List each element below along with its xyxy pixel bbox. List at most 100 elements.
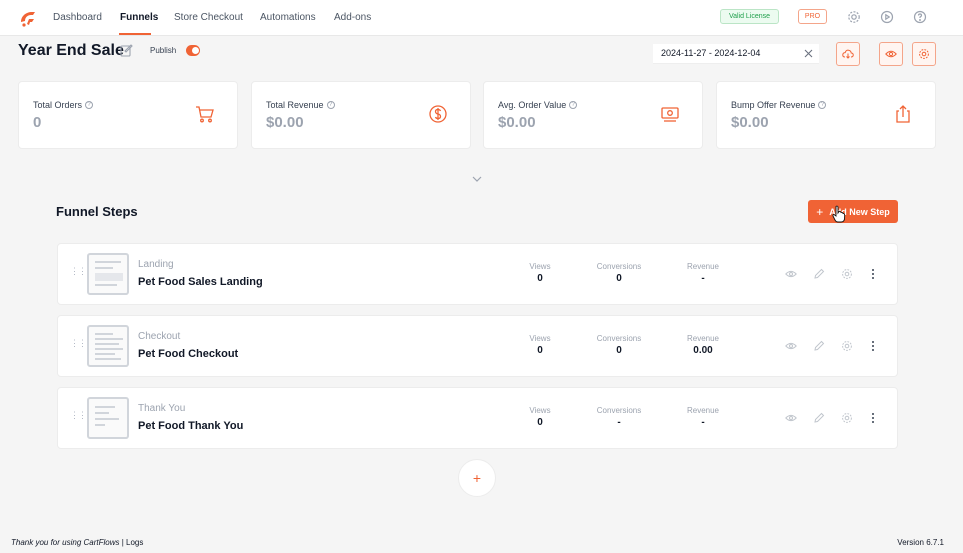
info-icon[interactable]: ?: [569, 101, 578, 109]
metric-label: Conversions: [596, 334, 642, 343]
funnel-steps-title: Funnel Steps: [56, 204, 138, 219]
metric-value: 0: [616, 273, 622, 284]
info-icon[interactable]: ?: [818, 101, 827, 109]
metric-value: -: [701, 417, 705, 428]
cart-icon: [196, 106, 214, 123]
add-new-step-button[interactable]: + Add New Step: [808, 200, 898, 223]
funnel-settings-button[interactable]: [912, 42, 936, 66]
drag-handle-icon[interactable]: ⋮⋮: [70, 339, 87, 351]
step-name[interactable]: Pet Food Checkout: [138, 348, 238, 360]
metric-value: -: [617, 417, 621, 428]
active-tab-indicator: [119, 33, 151, 35]
footer-thanks: Thank you for using CartFlows: [11, 538, 120, 547]
info-icon[interactable]: ?: [85, 101, 94, 109]
logs-link[interactable]: Logs: [126, 538, 143, 547]
nav-funnels[interactable]: Funnels: [120, 12, 158, 23]
stat-value: $0.00: [731, 114, 769, 131]
export-button[interactable]: [836, 42, 860, 66]
stat-label: Avg. Order Value: [498, 100, 567, 110]
cartflows-logo-icon[interactable]: [18, 8, 38, 28]
dollar-icon: [429, 105, 447, 123]
gear-icon: [919, 49, 929, 59]
metric-label: Conversions: [596, 406, 642, 415]
edit-step-pencil-icon[interactable]: [813, 268, 825, 280]
eye-icon: [885, 50, 897, 58]
metric-value: 0: [537, 273, 543, 284]
revenue-metric: Revenue -: [663, 406, 743, 428]
drag-handle-icon[interactable]: ⋮⋮: [70, 267, 87, 279]
nav-add-ons[interactable]: Add-ons: [334, 12, 371, 23]
stat-value: $0.00: [266, 114, 304, 131]
edit-step-pencil-icon[interactable]: [813, 340, 825, 352]
views-metric: Views 0: [500, 406, 580, 428]
conversions-metric: Conversions 0: [579, 334, 659, 356]
nav-dashboard[interactable]: Dashboard: [53, 12, 102, 23]
cash-icon: [661, 107, 679, 122]
more-options-icon[interactable]: [871, 268, 875, 280]
nav-store-checkout[interactable]: Store Checkout: [174, 12, 243, 23]
footer-credit: Thank you for using CartFlows | Logs: [11, 538, 143, 547]
conversions-metric: Conversions 0: [579, 262, 659, 284]
edit-step-pencil-icon[interactable]: [813, 412, 825, 424]
settings-gear-icon[interactable]: [847, 10, 861, 24]
stat-card-avg-order-value: Avg. Order Value? $0.00: [483, 81, 703, 149]
funnel-step-row[interactable]: ⋮⋮ Thank You Pet Food Thank You Views 0 …: [57, 387, 898, 449]
cloud-download-icon: [842, 49, 854, 59]
stat-label: Total Revenue: [266, 100, 324, 110]
funnel-step-row[interactable]: ⋮⋮ Landing Pet Food Sales Landing Views …: [57, 243, 898, 305]
clear-date-icon[interactable]: [804, 49, 813, 58]
funnel-step-row[interactable]: ⋮⋮ Checkout Pet Food Checkout Views 0 Co…: [57, 315, 898, 377]
stat-card-total-orders: Total Orders? 0: [18, 81, 238, 149]
metric-label: Views: [529, 262, 551, 271]
view-step-eye-icon[interactable]: [785, 268, 797, 280]
play-video-icon[interactable]: [880, 10, 894, 24]
revenue-metric: Revenue 0.00: [663, 334, 743, 356]
stat-label: Bump Offer Revenue: [731, 100, 816, 110]
step-type: Thank You: [138, 403, 186, 414]
view-step-eye-icon[interactable]: [785, 412, 797, 424]
metric-label: Revenue: [686, 406, 720, 415]
step-name[interactable]: Pet Food Thank You: [138, 420, 243, 432]
info-icon[interactable]: ?: [326, 101, 335, 109]
add-step-circle-button[interactable]: +: [458, 459, 496, 497]
step-thumbnail[interactable]: [87, 325, 129, 367]
step-thumbnail[interactable]: [87, 253, 129, 295]
drag-handle-icon[interactable]: ⋮⋮: [70, 411, 87, 423]
plus-icon: +: [816, 204, 824, 219]
version-text: Version 6.7.1: [897, 538, 944, 547]
nav-automations[interactable]: Automations: [260, 12, 316, 23]
stat-value: $0.00: [498, 114, 536, 131]
metric-value: 0.00: [693, 345, 713, 356]
page-title: Year End Sale: [18, 42, 124, 59]
step-settings-gear-icon[interactable]: [841, 412, 853, 424]
step-settings-gear-icon[interactable]: [841, 268, 853, 280]
publish-label: Publish: [150, 46, 177, 55]
date-range-input[interactable]: 2024-11-27 - 2024-12-04: [653, 44, 819, 64]
preview-button[interactable]: [879, 42, 903, 66]
publish-toggle[interactable]: [186, 45, 200, 56]
step-name[interactable]: Pet Food Sales Landing: [138, 276, 263, 288]
pro-badge[interactable]: PRO: [798, 9, 827, 24]
metric-value: 0: [537, 345, 543, 356]
step-type: Landing: [138, 259, 174, 270]
help-icon[interactable]: [913, 10, 927, 24]
license-badge[interactable]: Valid License: [720, 9, 779, 24]
metric-label: Views: [529, 406, 551, 415]
more-options-icon[interactable]: [871, 340, 875, 352]
views-metric: Views 0: [500, 334, 580, 356]
metric-value: -: [701, 273, 705, 284]
views-metric: Views 0: [500, 262, 580, 284]
step-settings-gear-icon[interactable]: [841, 340, 853, 352]
collapse-stats-icon[interactable]: [472, 175, 482, 183]
metric-label: Views: [529, 334, 551, 343]
stat-card-total-revenue: Total Revenue? $0.00: [251, 81, 471, 149]
hand-cursor-icon: [832, 205, 846, 223]
more-options-icon[interactable]: [871, 412, 875, 424]
step-thumbnail[interactable]: [87, 397, 129, 439]
metric-value: 0: [537, 417, 543, 428]
view-step-eye-icon[interactable]: [785, 340, 797, 352]
edit-title-icon[interactable]: [120, 44, 133, 57]
stat-label: Total Orders: [33, 100, 83, 110]
metric-label: Revenue: [686, 334, 720, 343]
metric-label: Revenue: [686, 262, 720, 271]
